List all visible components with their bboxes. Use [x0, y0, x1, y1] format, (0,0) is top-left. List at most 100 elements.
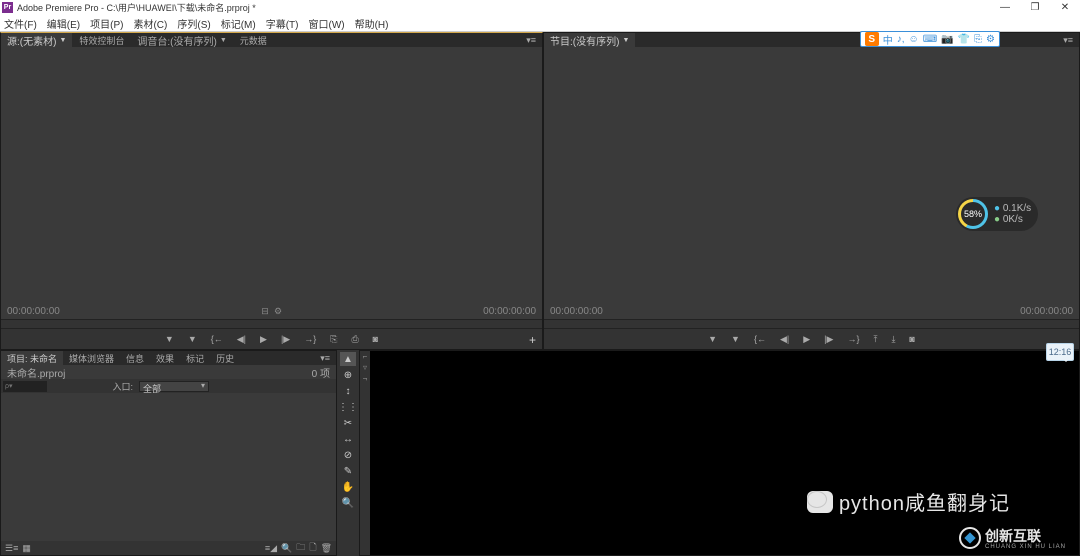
export-frame-icon[interactable]: ◙: [373, 334, 378, 344]
menu-file[interactable]: 文件(F): [4, 16, 37, 31]
project-item-count: 0 项: [312, 365, 330, 380]
project-search-input[interactable]: [3, 381, 47, 392]
maximize-button[interactable]: ❐: [1020, 0, 1050, 15]
find-icon[interactable]: 🔍: [281, 543, 292, 554]
slip-tool-icon[interactable]: ↔: [340, 432, 356, 446]
export-frame-icon[interactable]: ◙: [909, 334, 914, 344]
slide-tool-icon[interactable]: ⊘: [340, 448, 356, 462]
rolling-tool-icon[interactable]: ⋮⋮: [340, 400, 356, 414]
ripple-tool-icon[interactable]: ↕: [340, 384, 356, 398]
ime-toolbox-icon[interactable]: ⎘: [974, 34, 982, 45]
entry-select[interactable]: 全部: [139, 381, 209, 392]
program-monitor[interactable]: [544, 47, 1079, 303]
lift-icon[interactable]: ⤒: [873, 334, 877, 345]
ime-settings-icon[interactable]: ⚙: [986, 34, 995, 45]
mark-out-icon[interactable]: ▼: [731, 334, 740, 344]
menu-project[interactable]: 项目(P): [90, 16, 123, 31]
source-scrubber[interactable]: [1, 319, 542, 329]
fit-icon[interactable]: ⊟: [260, 306, 270, 316]
goto-out-icon[interactable]: →}: [847, 334, 859, 344]
selection-tool-icon[interactable]: ▲: [340, 352, 356, 366]
mark-out-icon[interactable]: ▼: [188, 334, 197, 344]
workspace: 源:(无素材)▼ 特效控制台 调音台:(没有序列)▼ 元数据 ▾≡ 00:00:…: [0, 32, 1080, 556]
auto-match-icon[interactable]: ≡◢: [265, 543, 277, 554]
menu-marker[interactable]: 标记(M): [221, 16, 256, 31]
tab-metadata[interactable]: 元数据: [234, 33, 273, 47]
perf-percent: 58%: [961, 202, 985, 226]
goto-out-icon[interactable]: →}: [304, 334, 316, 344]
source-monitor[interactable]: [1, 47, 542, 303]
source-panel: 源:(无素材)▼ 特效控制台 调音台:(没有序列)▼ 元数据 ▾≡ 00:00:…: [0, 32, 543, 350]
add-button-icon[interactable]: +: [529, 333, 536, 347]
tab-program[interactable]: 节目:(没有序列)▼: [544, 33, 635, 47]
ime-toolbar[interactable]: S 中 ♪, ☺ ⌨ 📷 👕 ⎘ ⚙: [860, 31, 1000, 47]
tab-source[interactable]: 源:(无素材)▼: [1, 33, 72, 47]
sogou-icon[interactable]: S: [865, 32, 879, 46]
ime-mic-icon[interactable]: 📷: [941, 34, 953, 45]
perf-upload: 0.1K/s: [994, 203, 1031, 214]
performance-widget[interactable]: 58% 0.1K/s 0K/s: [956, 197, 1038, 231]
menu-window[interactable]: 窗口(W): [308, 16, 344, 31]
clock-widget[interactable]: 12:16: [1046, 343, 1074, 361]
project-bin[interactable]: [1, 393, 336, 541]
tab-info[interactable]: 信息: [120, 351, 150, 365]
step-back-icon[interactable]: ◀|: [780, 334, 789, 345]
program-scrubber[interactable]: [544, 319, 1079, 329]
track-select-tool-icon[interactable]: ⊕: [340, 368, 356, 382]
logo-icon: [959, 527, 981, 549]
menu-help[interactable]: 帮助(H): [355, 16, 389, 31]
entry-label: 入口:: [113, 380, 134, 393]
mark-in-icon[interactable]: ▼: [165, 334, 174, 344]
hand-tool-icon[interactable]: ✋: [340, 480, 356, 494]
settings-icon[interactable]: ⚙: [273, 306, 283, 316]
link-icon[interactable]: ¬: [360, 373, 370, 384]
minimize-button[interactable]: —: [990, 0, 1020, 15]
snap-icon[interactable]: ⌐: [360, 351, 370, 362]
new-bin-icon[interactable]: 🗀: [296, 540, 305, 556]
tab-effect-controls[interactable]: 特效控制台: [73, 33, 130, 47]
list-view-icon[interactable]: ☰≡: [5, 543, 18, 554]
panel-menu-icon[interactable]: ▾≡: [1057, 33, 1079, 47]
delete-icon[interactable]: 🗑: [321, 543, 332, 554]
extract-icon[interactable]: ⤓: [891, 334, 895, 345]
watermark-wechat: python咸鱼翻身记: [807, 487, 1010, 516]
marker-icon[interactable]: ▿: [360, 362, 370, 373]
tab-history[interactable]: 历史: [210, 351, 240, 365]
play-icon[interactable]: ▶: [803, 334, 810, 345]
ime-keyboard-icon[interactable]: ⌨: [923, 34, 937, 45]
menu-edit[interactable]: 编辑(E): [47, 16, 80, 31]
ime-punct[interactable]: ♪,: [897, 34, 905, 45]
tool-strip: ▲ ⊕ ↕ ⋮⋮ ✂ ↔ ⊘ ✎ ✋ 🔍: [337, 350, 359, 556]
panel-menu-icon[interactable]: ▾≡: [314, 351, 336, 365]
step-back-icon[interactable]: ◀|: [237, 334, 246, 345]
tab-media-browser[interactable]: 媒体浏览器: [63, 351, 120, 365]
close-button[interactable]: ✕: [1050, 0, 1080, 15]
insert-icon[interactable]: ⎘: [330, 334, 337, 345]
goto-in-icon[interactable]: {←: [754, 334, 766, 344]
mark-in-icon[interactable]: ▼: [708, 334, 717, 344]
menubar: 文件(F) 编辑(E) 项目(P) 素材(C) 序列(S) 标记(M) 字幕(T…: [0, 15, 1080, 32]
razor-tool-icon[interactable]: ✂: [340, 416, 356, 430]
overwrite-icon[interactable]: ⎙: [351, 334, 358, 345]
play-icon[interactable]: ▶: [260, 334, 267, 345]
source-transport: ▼ ▼ {← ◀| ▶ |▶ →} ⎘ ⎙ ◙ +: [1, 329, 542, 349]
tab-effects[interactable]: 效果: [150, 351, 180, 365]
step-fwd-icon[interactable]: |▶: [824, 334, 833, 345]
icon-view-icon[interactable]: ▦: [22, 543, 31, 554]
ime-emoji-icon[interactable]: ☺: [908, 34, 918, 45]
step-fwd-icon[interactable]: |▶: [281, 334, 290, 345]
new-item-icon[interactable]: 🗋: [309, 540, 316, 556]
project-footer: ☰≡ ▦ ≡◢ 🔍 🗀 🗋 🗑: [1, 541, 336, 555]
tab-markers[interactable]: 标记: [180, 351, 210, 365]
menu-title[interactable]: 字幕(T): [266, 16, 299, 31]
panel-menu-icon[interactable]: ▾≡: [520, 33, 542, 47]
ime-lang[interactable]: 中: [883, 32, 893, 47]
menu-clip[interactable]: 素材(C): [133, 16, 167, 31]
tab-project[interactable]: 项目: 未命名: [1, 351, 63, 365]
tab-audio-mixer[interactable]: 调音台:(没有序列)▼: [131, 33, 232, 47]
zoom-tool-icon[interactable]: 🔍: [340, 496, 356, 510]
menu-sequence[interactable]: 序列(S): [177, 16, 210, 31]
pen-tool-icon[interactable]: ✎: [340, 464, 356, 478]
goto-in-icon[interactable]: {←: [211, 334, 223, 344]
ime-skin-icon[interactable]: 👕: [958, 34, 970, 45]
